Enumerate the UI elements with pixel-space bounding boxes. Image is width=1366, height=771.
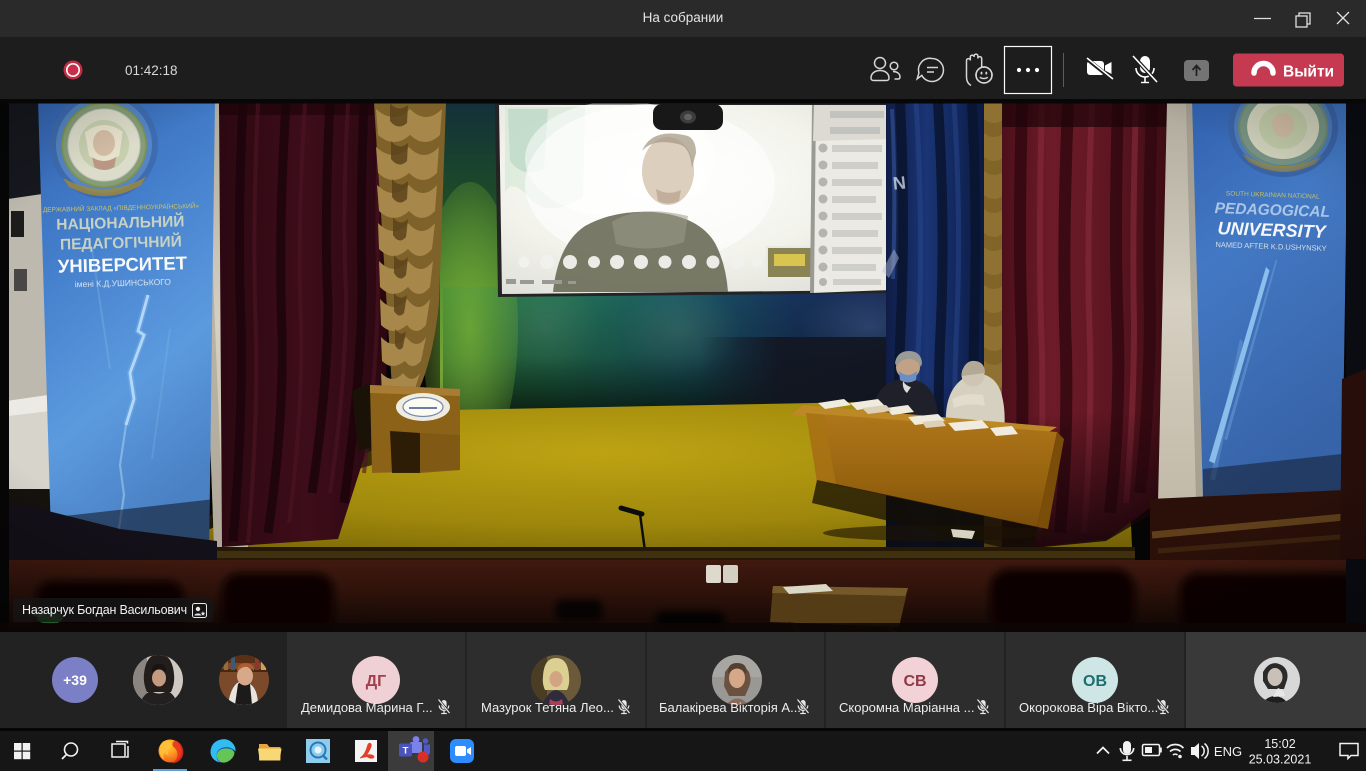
svg-text:Демидова Марина Г...: Демидова Марина Г... — [301, 700, 433, 715]
svg-text:T: T — [403, 746, 409, 757]
svg-text:СВ: СВ — [903, 673, 926, 690]
svg-text:Скоромна Маріанна ...: Скоромна Маріанна ... — [839, 700, 974, 715]
svg-text:Балакірева Вікторія А...: Балакірева Вікторія А... — [659, 700, 801, 715]
svg-text:Окорокова Віра Вікто...: Окорокова Віра Вікто... — [1019, 700, 1158, 715]
svg-text:15:02: 15:02 — [1264, 737, 1295, 751]
svg-text:Выйти: Выйти — [1283, 64, 1334, 81]
svg-text:ДГ: ДГ — [366, 673, 386, 690]
svg-text:+39: +39 — [63, 672, 87, 688]
svg-text:Мазурок Тетяна Лео...: Мазурок Тетяна Лео... — [481, 700, 614, 715]
svg-text:25.03.2021: 25.03.2021 — [1249, 753, 1312, 767]
svg-text:01:42:18: 01:42:18 — [125, 63, 178, 78]
svg-text:ENG: ENG — [1214, 744, 1242, 759]
svg-text:ОВ: ОВ — [1083, 673, 1107, 690]
